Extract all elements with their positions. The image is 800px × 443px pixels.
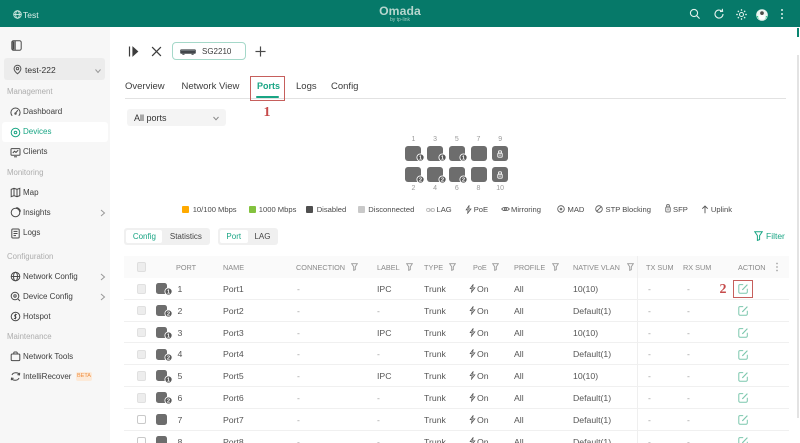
svg-text:2: 2 — [462, 177, 465, 183]
svg-text:2: 2 — [440, 177, 443, 183]
svg-text:2: 2 — [167, 355, 170, 361]
svg-text:2: 2 — [419, 177, 422, 183]
svg-text:2: 2 — [167, 399, 170, 405]
svg-text:2: 2 — [167, 312, 170, 318]
